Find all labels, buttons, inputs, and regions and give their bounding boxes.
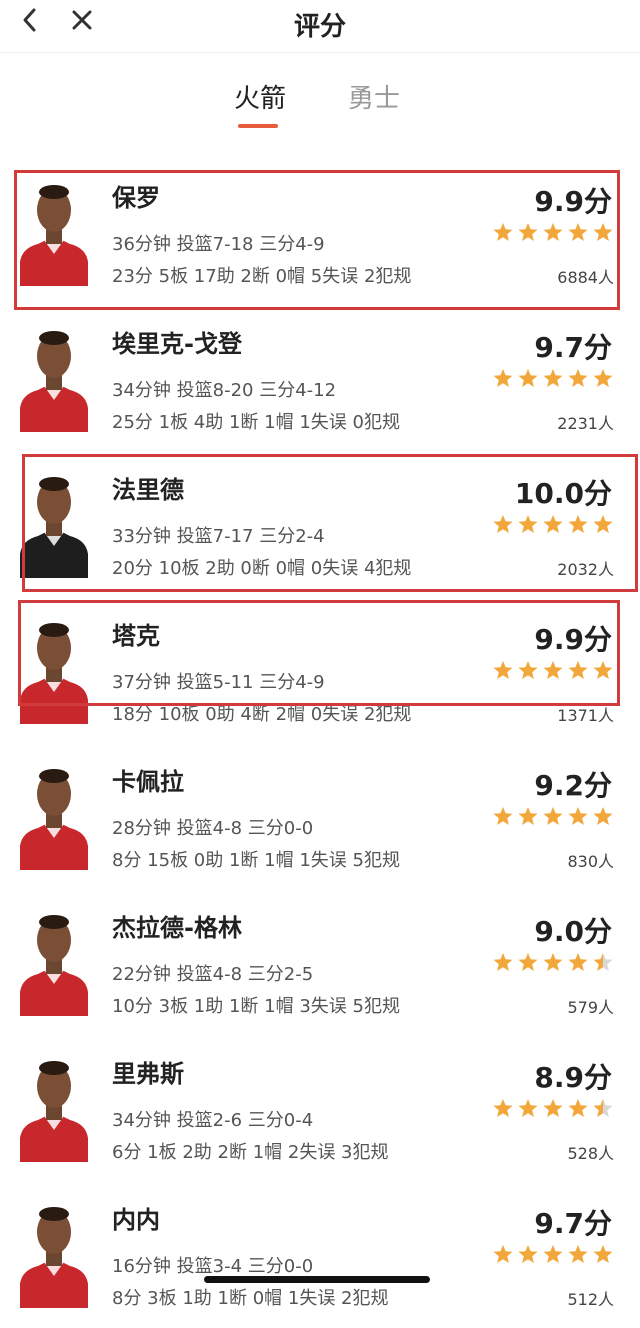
team-tabs: 火箭 勇士 [0,82,640,132]
player-score: 9.7分 [534,331,612,364]
vote-count: 2231人 [557,414,614,433]
player-name: 杰拉德-格林 [112,914,242,942]
star-icon [542,1244,564,1264]
player-box-score: 10分 3板 1助 1断 1帽 3失误 5犯规 [112,996,400,1017]
highlight-box [22,454,638,592]
star-icon [567,1098,589,1118]
star-rating [489,1098,614,1118]
player-row[interactable]: 保罗 36分钟 投篮7-18 三分4-9 23分 5板 17助 2断 0帽 5失误 … [0,160,640,310]
player-score: 9.2分 [534,769,612,802]
star-icon [492,368,514,388]
star-rating [489,806,614,826]
player-name: 里弗斯 [112,1060,184,1088]
active-tab-indicator [238,124,278,128]
highlight-box [14,170,620,310]
home-indicator [204,1276,430,1283]
star-icon [517,952,539,972]
star-icon [492,1098,514,1118]
star-icon [517,368,539,388]
player-score: 9.0分 [534,915,612,948]
top-navigation-bar: 评分 [0,0,640,53]
player-box-score: 8分 3板 1助 1断 0帽 1失误 2犯规 [112,1288,389,1309]
player-shooting-stats: 34分钟 投篮2-6 三分0-4 [112,1110,314,1131]
player-avatar [18,1198,90,1308]
player-row[interactable]: 埃里克-戈登 34分钟 投篮8-20 三分4-12 25分 1板 4助 1断 1帽 … [0,306,640,452]
star-icon [567,952,589,972]
star-icon [592,952,614,972]
page-title: 评分 [293,12,346,42]
star-icon [542,1098,564,1118]
player-row[interactable]: 内内 16分钟 投篮3-4 三分0-0 8分 3板 1助 1断 0帽 1失误 2犯规… [0,1182,640,1328]
highlight-box [18,600,620,706]
vote-count: 579人 [567,998,614,1017]
vote-count: 830人 [567,852,614,871]
star-icon [517,1098,539,1118]
star-icon [592,368,614,388]
player-box-score: 6分 1板 2助 2断 1帽 2失误 3犯规 [112,1142,389,1163]
star-icon [592,1098,614,1118]
player-box-score: 8分 15板 0助 1断 1帽 1失误 5犯规 [112,850,400,871]
player-shooting-stats: 22分钟 投篮4-8 三分2-5 [112,964,314,985]
star-rating [489,368,614,388]
player-shooting-stats: 28分钟 投篮4-8 三分0-0 [112,818,314,839]
player-shooting-stats: 16分钟 投篮3-4 三分0-0 [112,1256,314,1277]
star-icon [567,1244,589,1264]
player-row[interactable]: 塔克 37分钟 投篮5-11 三分4-9 18分 10板 0助 4断 2帽 0失误 … [0,598,640,744]
player-box-score: 25分 1板 4助 1断 1帽 1失误 0犯规 [112,412,400,433]
star-icon [567,806,589,826]
vote-count: 512人 [567,1290,614,1309]
tab-warriors[interactable]: 勇士 [348,82,400,116]
star-icon [542,806,564,826]
player-row[interactable]: 里弗斯 34分钟 投篮2-6 三分0-4 6分 1板 2助 2断 1帽 2失误 3犯… [0,1036,640,1182]
star-icon [517,1244,539,1264]
player-avatar [18,906,90,1016]
star-icon [492,806,514,826]
star-icon [542,952,564,972]
star-icon [492,1244,514,1264]
player-name: 内内 [112,1206,160,1234]
star-icon [492,952,514,972]
player-avatar [18,322,90,432]
star-icon [592,806,614,826]
player-row[interactable]: 卡佩拉 28分钟 投篮4-8 三分0-0 8分 15板 0助 1断 1帽 1失误 5… [0,744,640,890]
star-icon [567,368,589,388]
star-icon [592,1244,614,1264]
player-score: 9.7分 [534,1207,612,1240]
player-row[interactable]: 杰拉德-格林 22分钟 投篮4-8 三分2-5 10分 3板 1助 1断 1帽 3失… [0,890,640,1036]
player-score: 8.9分 [534,1061,612,1094]
star-rating [489,952,614,972]
star-icon [517,806,539,826]
player-name: 埃里克-戈登 [112,330,242,358]
player-avatar [18,1052,90,1162]
player-avatar [18,760,90,870]
tab-rockets[interactable]: 火箭 [234,82,286,116]
star-rating [489,1244,614,1264]
vote-count: 528人 [567,1144,614,1163]
player-shooting-stats: 34分钟 投篮8-20 三分4-12 [112,380,337,401]
star-icon [542,368,564,388]
player-row[interactable]: 法里德 33分钟 投篮7-17 三分2-4 20分 10板 2助 0断 0帽 0失误… [0,452,640,598]
player-name: 卡佩拉 [112,768,184,796]
